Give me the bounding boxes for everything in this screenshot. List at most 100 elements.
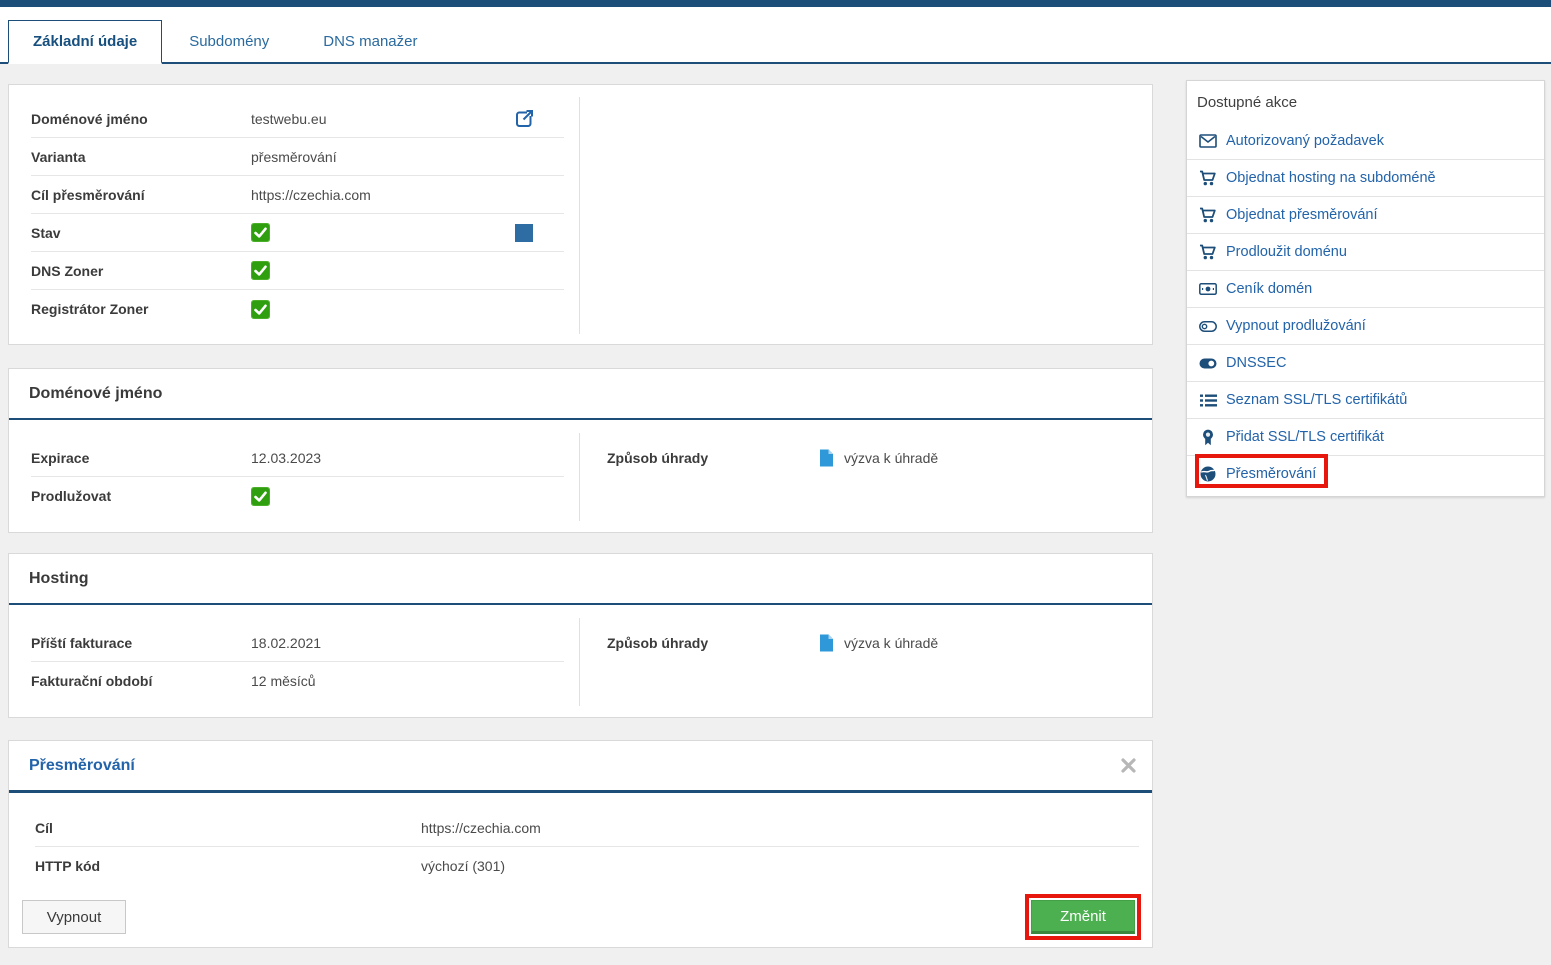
sidebar-item-autorizovany-pozadavek[interactable]: Autorizovaný požadavek (1187, 122, 1544, 159)
panel-domain-name: Doménové jméno Expirace 12.03.2023 Prodl… (8, 368, 1153, 533)
payment-method-value: výzva k úhradě (844, 635, 938, 651)
payment-method-value: výzva k úhradě (844, 450, 938, 466)
sidebar-item-prodlouzit-domenu[interactable]: Prodloužit doménu (1187, 233, 1544, 270)
tab-bar: Základní údaje Subdomény DNS manažer (0, 7, 1551, 64)
row-label: Cíl (35, 820, 421, 836)
table-row: Prodlužovat (31, 477, 564, 515)
banknote-icon (1199, 283, 1217, 295)
table-row: Cíl https://czechia.com (35, 809, 1139, 847)
table-row: Fakturační období 12 měsíců (31, 662, 564, 700)
table-row: Expirace 12.03.2023 (31, 439, 564, 477)
sidebar-item-label: DNSSEC (1226, 355, 1286, 371)
sidebar-title: Dostupné akce (1187, 81, 1544, 122)
sidebar-item-pridat-ssl-tls-certifikat[interactable]: Přidat SSL/TLS certifikát (1187, 418, 1544, 455)
ribbon-icon (1199, 429, 1217, 446)
table-row: Způsob úhrady výzva k úhradě (599, 624, 1139, 662)
panel-redirect: Přesměrování Cíl https://czechia.com HTT… (8, 740, 1153, 948)
row-label: Doménové jméno (31, 111, 251, 127)
panel-title: Přesměrování (9, 741, 1152, 793)
redirect-target-value: https://czechia.com (251, 187, 371, 203)
zmenit-button[interactable]: Změnit (1031, 900, 1135, 934)
envelope-icon (1199, 134, 1217, 148)
sidebar-item-label: Přesměrování (1226, 466, 1316, 482)
variant-value: přesměrování (251, 149, 337, 165)
sidebar-available-actions: Dostupné akce Autorizovaný požadavek Obj… (1186, 80, 1545, 497)
close-icon[interactable] (1121, 758, 1136, 773)
sidebar-item-label: Objednat hosting na subdoméně (1226, 170, 1436, 186)
top-accent-bar (0, 0, 1551, 7)
sidebar-item-label: Autorizovaný požadavek (1226, 133, 1384, 149)
redirect-target-value: https://czechia.com (421, 820, 541, 836)
cart-icon (1199, 244, 1217, 260)
sidebar-item-vypnout-prodluzovani[interactable]: Vypnout prodlužování (1187, 307, 1544, 344)
payment-block: Způsob úhrady výzva k úhradě (599, 439, 1139, 477)
list-icon (1199, 394, 1217, 407)
file-icon (819, 449, 834, 467)
tab-zakladni-udaje[interactable]: Základní údaje (8, 20, 162, 64)
domain-admin-page: Základní údaje Subdomény DNS manažer Dom… (0, 0, 1551, 965)
column-divider (579, 433, 580, 521)
row-label: Způsob úhrady (599, 635, 819, 651)
panel-hosting: Hosting Příští fakturace 18.02.2021 Fakt… (8, 553, 1153, 718)
sidebar-item-label: Vypnout prodlužování (1226, 318, 1366, 334)
highlight-box-change-button: Změnit (1025, 894, 1141, 940)
row-label: Fakturační období (31, 673, 251, 689)
sidebar-item-label: Přidat SSL/TLS certifikát (1226, 429, 1384, 445)
row-label: DNS Zoner (31, 263, 251, 279)
external-link-icon[interactable] (515, 109, 534, 128)
redirect-rows: Cíl https://czechia.com HTTP kód výchozí… (35, 809, 1139, 885)
tab-subdomeny[interactable]: Subdomény (162, 21, 296, 62)
panel-title: Hosting (9, 554, 1152, 605)
row-label: Expirace (31, 450, 251, 466)
domain-name-value: testwebu.eu (251, 111, 327, 127)
table-row: DNS Zoner (31, 252, 564, 290)
checkbox-checked-icon (251, 261, 270, 280)
table-row: HTTP kód výchozí (301) (35, 847, 1139, 885)
row-label: Varianta (31, 149, 251, 165)
expiration-value: 12.03.2023 (251, 450, 321, 466)
row-label: HTTP kód (35, 858, 421, 874)
row-label: Způsob úhrady (599, 450, 819, 466)
toggle-on-icon (1199, 358, 1217, 369)
billing-period-value: 12 měsíců (251, 673, 316, 689)
table-row: Registrátor Zoner (31, 290, 564, 328)
checkbox-checked-icon (251, 300, 270, 319)
toggle-off-icon (1199, 321, 1217, 332)
panel-title: Doménové jméno (9, 369, 1152, 420)
globe-icon (1199, 466, 1217, 482)
column-divider (579, 618, 580, 706)
panel-domain-overview: Doménové jméno testwebu.eu Varianta přes… (8, 84, 1153, 345)
row-label: Prodlužovat (31, 488, 251, 504)
domain-rows: Expirace 12.03.2023 Prodlužovat (31, 439, 564, 515)
table-row: Způsob úhrady výzva k úhradě (599, 439, 1139, 477)
overview-rows: Doménové jméno testwebu.eu Varianta přes… (31, 100, 564, 328)
cart-icon (1199, 170, 1217, 186)
tab-dns-manazer[interactable]: DNS manažer (296, 21, 444, 62)
sidebar-item-label: Ceník domén (1226, 281, 1312, 297)
row-label: Registrátor Zoner (31, 301, 251, 317)
row-label: Příští fakturace (31, 635, 251, 651)
table-row: Stav (31, 214, 564, 252)
table-row: Doménové jméno testwebu.eu (31, 100, 564, 138)
status-square-indicator (515, 224, 533, 242)
checkbox-checked-icon (251, 223, 270, 242)
vypnout-button[interactable]: Vypnout (22, 900, 126, 934)
payment-block: Způsob úhrady výzva k úhradě (599, 624, 1139, 662)
sidebar-item-presmerovani[interactable]: Přesměrování (1187, 455, 1544, 492)
table-row: Příští fakturace 18.02.2021 (31, 624, 564, 662)
sidebar-item-label: Objednat přesměrování (1226, 207, 1378, 223)
hosting-rows: Příští fakturace 18.02.2021 Fakturační o… (31, 624, 564, 700)
table-row: Cíl přesměrování https://czechia.com (31, 176, 564, 214)
sidebar-item-label: Seznam SSL/TLS certifikátů (1226, 392, 1407, 408)
sidebar-item-seznam-ssl-tls-certifikatu[interactable]: Seznam SSL/TLS certifikátů (1187, 381, 1544, 418)
sidebar-item-cenik-domen[interactable]: Ceník domén (1187, 270, 1544, 307)
sidebar-item-label: Prodloužit doménu (1226, 244, 1347, 260)
file-icon (819, 634, 834, 652)
column-divider (579, 97, 580, 334)
sidebar-item-dnssec[interactable]: DNSSEC (1187, 344, 1544, 381)
cart-icon (1199, 207, 1217, 223)
http-code-value: výchozí (301) (421, 858, 505, 874)
sidebar-item-objednat-presmerovani[interactable]: Objednat přesměrování (1187, 196, 1544, 233)
row-label: Cíl přesměrování (31, 187, 251, 203)
sidebar-item-objednat-hosting-na-subdomene[interactable]: Objednat hosting na subdoméně (1187, 159, 1544, 196)
